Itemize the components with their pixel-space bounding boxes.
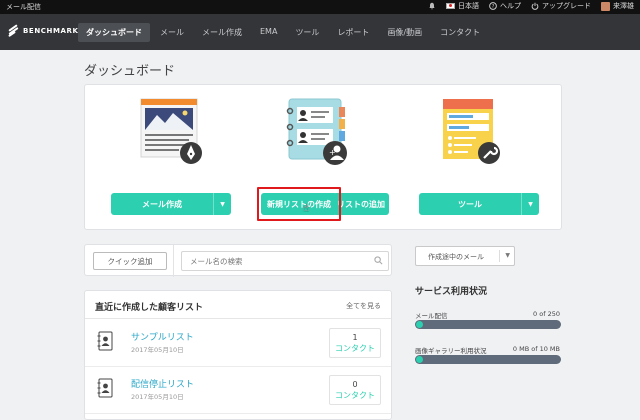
language-selector[interactable]: 日本語	[446, 1, 479, 11]
email-search-field[interactable]	[181, 251, 389, 271]
contact-book-icon	[97, 331, 113, 351]
nav-media[interactable]: 画像/動画	[379, 23, 430, 42]
list-name-link[interactable]: サンプルリスト	[131, 330, 194, 343]
nav-email[interactable]: メール	[152, 23, 192, 42]
help-circle-icon: ?	[489, 2, 497, 10]
usage-gallery-label: 画像ギャラリー利用状況	[415, 347, 487, 355]
count-label: コンタクト	[335, 344, 375, 353]
user-avatar	[601, 1, 610, 11]
recent-lists-panel: 直近に作成した顧客リスト 全てを見る サンプルリスト 2017年05月10日 1…	[84, 290, 392, 420]
draft-emails-label: 作成途中のメール	[428, 253, 484, 261]
help-label: ヘルプ	[500, 2, 521, 10]
add-list-label: リストの追加	[337, 199, 385, 209]
chevron-down-icon[interactable]: ▼	[505, 252, 510, 259]
usage-email-fill	[416, 321, 423, 328]
divider	[173, 245, 174, 277]
list-name-link[interactable]: 配信停止リスト	[131, 377, 194, 390]
list-item[interactable]: サンプルリスト 2017年05月10日 1 コンタクト	[85, 320, 391, 367]
feature-panel: メール作成 ▼ + 新規リストの作成 リストの追加 ☝ ツール ▼	[84, 84, 562, 230]
quick-search-bar: クイック追加	[84, 244, 392, 277]
usage-gallery-value: 0 MB of 10 MB	[512, 345, 560, 353]
email-editor-illustration	[140, 98, 202, 164]
usage-gallery-bar	[415, 355, 561, 364]
language-label: 日本語	[458, 2, 479, 10]
app-title: メール配信	[6, 3, 41, 11]
create-email-label: メール作成	[142, 199, 182, 209]
list-item[interactable]: 配信停止リスト 2017年05月10日 0 コンタクト	[85, 367, 391, 414]
bell-icon	[429, 2, 435, 10]
upgrade-link[interactable]: アップグレード	[531, 1, 591, 11]
nav-create-email[interactable]: メール作成	[194, 23, 250, 42]
nav-ema[interactable]: EMA	[252, 23, 285, 42]
quick-add-button[interactable]: クイック追加	[93, 252, 167, 270]
usage-title: サービス利用状況	[415, 287, 488, 297]
create-email-button[interactable]: メール作成 ▼	[111, 193, 231, 215]
benchmark-logo-icon	[8, 24, 19, 38]
nav-tools[interactable]: ツール	[287, 23, 327, 42]
usage-email-label: メール配信	[415, 312, 448, 320]
benchmark-logo[interactable]: BENCHMARK	[8, 24, 79, 38]
contact-count[interactable]: 0 コンタクト	[329, 375, 381, 405]
help-link[interactable]: ? ヘルプ	[489, 1, 521, 11]
contact-book-icon	[97, 378, 113, 398]
notifications[interactable]	[428, 2, 436, 10]
recent-lists-title: 直近に作成した顧客リスト	[95, 303, 204, 313]
add-list-button[interactable]: リストの追加	[333, 193, 389, 215]
feature-create-email: メール作成 ▼	[105, 85, 235, 231]
count-value: 0	[352, 380, 358, 389]
account-name: 来澤雄	[613, 2, 634, 10]
search-input[interactable]	[182, 252, 362, 270]
contact-book-illustration: +	[286, 98, 347, 165]
nav-contacts[interactable]: コンタクト	[432, 23, 488, 42]
usage-email-value: 0 of 250	[533, 310, 560, 318]
logo-text: BENCHMARK	[23, 26, 79, 35]
upgrade-label: アップグレード	[542, 2, 591, 10]
main-navbar: BENCHMARK ダッシュボード メール メール作成 EMA ツール レポート…	[0, 14, 640, 50]
japan-flag-icon	[446, 3, 455, 9]
chevron-down-icon[interactable]: ▼	[213, 193, 231, 215]
search-icon[interactable]	[374, 256, 383, 265]
see-all-link[interactable]: 全てを見る	[346, 301, 381, 311]
usage-email-bar	[415, 320, 561, 329]
nav-dashboard[interactable]: ダッシュボード	[78, 23, 150, 42]
top-utility-bar: メール配信 日本語 ? ヘルプ アップグレード 来澤雄	[0, 0, 640, 14]
count-label: コンタクト	[335, 391, 375, 400]
list-date: 2017年05月10日	[131, 346, 184, 354]
power-icon	[531, 2, 539, 10]
usage-gallery-fill	[416, 356, 423, 363]
list-date: 2017年05月10日	[131, 393, 184, 401]
highlight-box	[257, 187, 341, 221]
count-value: 1	[352, 333, 358, 342]
hand-cursor-icon: ☝	[303, 203, 310, 214]
feature-lists: + 新規リストの作成 リストの追加 ☝	[251, 85, 401, 231]
svg-text:+: +	[329, 148, 336, 157]
feature-tools: ツール ▼	[415, 85, 545, 231]
nav-reports[interactable]: レポート	[329, 23, 377, 42]
divider	[499, 250, 500, 262]
account-menu[interactable]: 来澤雄	[601, 1, 634, 11]
tools-form-illustration	[443, 99, 500, 164]
tools-label: ツール	[458, 199, 482, 209]
draft-emails-dropdown[interactable]: 作成途中のメール ▼	[415, 246, 515, 266]
page-title: ダッシュボード	[84, 64, 176, 79]
recent-lists-header: 直近に作成した顧客リスト 全てを見る	[85, 291, 391, 319]
tools-button[interactable]: ツール ▼	[419, 193, 539, 215]
contact-count[interactable]: 1 コンタクト	[329, 328, 381, 358]
chevron-down-icon[interactable]: ▼	[521, 193, 539, 215]
